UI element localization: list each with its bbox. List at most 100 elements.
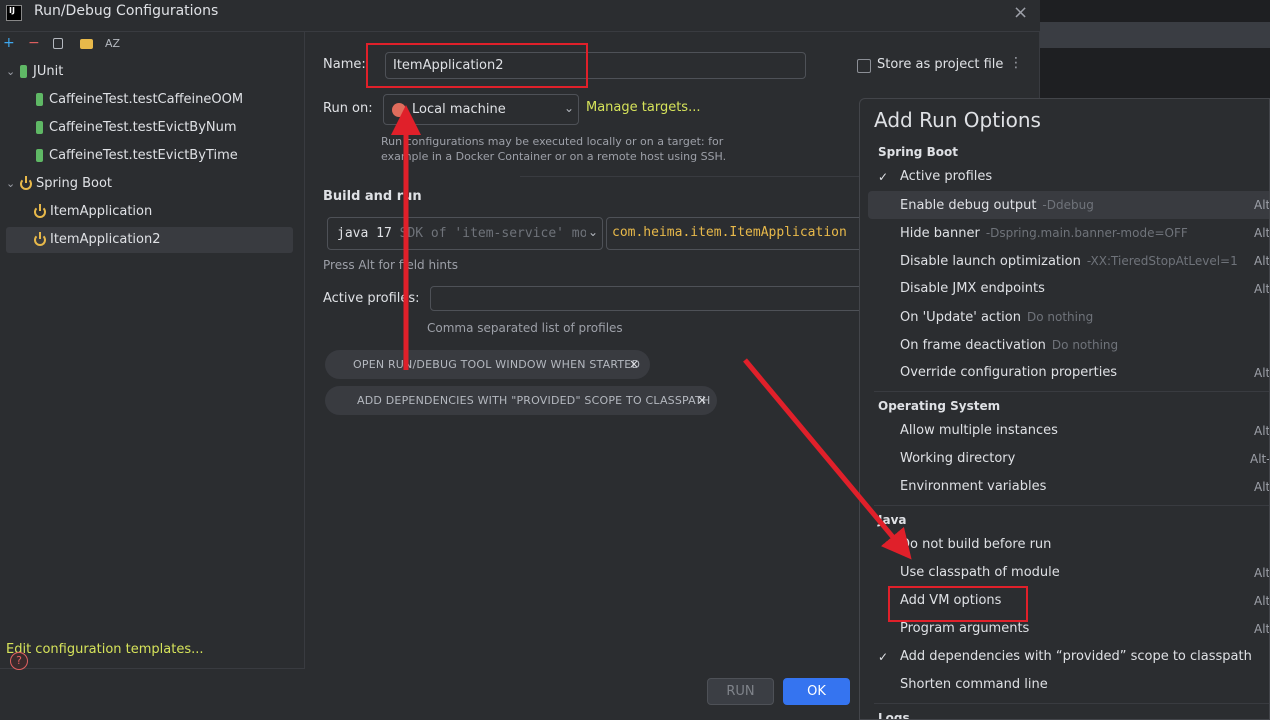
option-working-directory[interactable]: Working directory Alt-: [868, 445, 1270, 473]
option-shortcut: Alt: [1254, 566, 1270, 580]
remove-icon[interactable]: −: [28, 35, 40, 51]
run-on-value: Local machine: [412, 102, 506, 117]
option-shortcut: Alt: [1254, 254, 1270, 268]
tree-group-junit[interactable]: ⌄ JUnit: [6, 59, 293, 85]
run-on-hint-line1: Run configurations may be executed local…: [381, 135, 724, 148]
option-hide-banner[interactable]: Hide banner -Dspring.main.banner-mode=OFF…: [868, 219, 1269, 247]
option-shortcut: Alt: [1254, 622, 1270, 636]
option-shortcut: Alt: [1254, 198, 1270, 212]
folder-add-icon[interactable]: [80, 39, 93, 49]
option-label: Program arguments: [900, 621, 1030, 636]
run-on-hint-line2: example in a Docker Container or on a re…: [381, 150, 727, 163]
main-class-input[interactable]: com.heima.item.ItemApplication: [606, 217, 866, 250]
active-profiles-input[interactable]: [430, 286, 866, 311]
store-as-project-file-checkbox[interactable]: [857, 59, 871, 73]
option-on-update-action[interactable]: On 'Update' action Do nothing: [868, 303, 1269, 331]
option-allow-multiple-instances[interactable]: Allow multiple instances Alt-: [868, 417, 1270, 445]
section-spring-boot: Spring Boot: [878, 145, 958, 159]
spring-boot-icon: [34, 231, 46, 246]
ok-button[interactable]: OK: [783, 678, 850, 705]
manage-targets-link[interactable]: Manage targets...: [586, 100, 700, 115]
alt-hint: Press Alt for field hints: [323, 258, 458, 272]
divider: [520, 176, 860, 177]
option-chip-open-tool-window: OPEN RUN/DEBUG TOOL WINDOW WHEN STARTED …: [325, 350, 650, 379]
option-override-configuration-properties[interactable]: Override configuration properties Alt: [868, 359, 1269, 387]
add-run-options-popup: Add Run Options Spring Boot ✓ Active pro…: [859, 98, 1270, 720]
active-profiles-label: Active profiles:: [323, 291, 420, 306]
option-shortcut: Alt-: [1254, 424, 1270, 438]
section-java: Java: [878, 513, 907, 527]
annotation-box-add-vm-options: [888, 586, 1028, 622]
home-icon: [392, 103, 406, 117]
edit-configuration-templates-link[interactable]: Edit configuration templates...: [6, 642, 204, 657]
chevron-down-icon: ⌄: [564, 101, 575, 115]
option-shortcut: Alt: [1254, 480, 1270, 494]
sort-icon[interactable]: AZ: [105, 37, 120, 50]
spring-boot-icon: [34, 203, 46, 218]
option-shorten-command-line[interactable]: Shorten command line: [868, 671, 1269, 699]
option-shortcut: Alt-: [1250, 452, 1270, 466]
option-disable-launch-optimization[interactable]: Disable launch optimization -XX:TieredSto…: [868, 247, 1270, 275]
junit-icon: [20, 65, 27, 78]
tree-item-caffeine-oom[interactable]: CaffeineTest.testCaffeineOOM: [6, 87, 293, 113]
popup-title: Add Run Options: [874, 108, 1041, 132]
dialog-titlebar: IJ Run/Debug Configurations ×: [0, 0, 1040, 32]
option-label: Enable debug output: [900, 198, 1037, 213]
ide-background-bar: [1040, 22, 1270, 48]
option-enable-debug-output[interactable]: Enable debug output -Ddebug Alt: [868, 191, 1270, 219]
tree-item-evict-by-num[interactable]: CaffeineTest.testEvictByNum: [6, 115, 293, 141]
option-label: Disable JMX endpoints: [900, 281, 1045, 296]
option-use-classpath-of-module[interactable]: Use classpath of module Alt: [868, 559, 1270, 587]
option-label: Add dependencies with “provided” scope t…: [900, 649, 1252, 664]
junit-test-icon: [36, 149, 43, 162]
option-hint: Do nothing: [1026, 310, 1094, 324]
option-label: Environment variables: [900, 479, 1047, 494]
option-label: Allow multiple instances: [900, 423, 1058, 438]
copy-icon[interactable]: [53, 38, 63, 49]
more-options-icon[interactable]: ⋮: [1009, 55, 1023, 71]
option-label: On 'Update' action: [900, 310, 1021, 325]
run-button[interactable]: RUN: [707, 678, 774, 705]
option-label: Disable launch optimization: [900, 254, 1081, 269]
option-on-frame-deactivation[interactable]: On frame deactivation Do nothing: [868, 331, 1269, 359]
tree-toolbar: + − AZ: [0, 32, 305, 58]
section-operating-system: Operating System: [878, 399, 1001, 413]
option-label: Shorten command line: [900, 677, 1048, 692]
jdk-select[interactable]: java 17 SDK of 'item-service' mo ⌄: [327, 217, 603, 250]
option-label: Hide banner: [900, 226, 980, 241]
run-on-select[interactable]: Local machine ⌄: [383, 94, 579, 125]
option-add-dependencies-provided[interactable]: ✓ Add dependencies with “provided” scope…: [868, 643, 1269, 671]
tree-item-label: CaffeineTest.testEvictByNum: [49, 120, 237, 135]
option-label: On frame deactivation: [900, 338, 1046, 353]
tree-item-evict-by-time[interactable]: CaffeineTest.testEvictByTime: [6, 143, 293, 169]
option-label: Override configuration properties: [900, 365, 1118, 380]
tree-item-item-application2[interactable]: ItemApplication2: [6, 227, 293, 253]
store-as-project-file-label[interactable]: Store as project file: [877, 57, 1003, 72]
tree-group-spring-boot[interactable]: ⌄ Spring Boot: [6, 171, 293, 197]
chevron-down-icon: ⌄: [6, 177, 16, 190]
annotation-box-name: [366, 43, 588, 88]
option-do-not-build-before-run[interactable]: Do not build before run: [868, 531, 1269, 559]
configurations-tree-panel: + − AZ ⌄ JUnit CaffeineTest.testCaffeine…: [0, 32, 305, 668]
tree-item-label: CaffeineTest.testCaffeineOOM: [49, 92, 244, 107]
active-profiles-hint: Comma separated list of profiles: [427, 321, 623, 335]
tree-group-label: JUnit: [33, 64, 64, 79]
close-icon[interactable]: ×: [1013, 2, 1028, 23]
divider: [874, 703, 1269, 704]
option-environment-variables[interactable]: Environment variables Alt: [868, 473, 1270, 501]
tree-item-item-application[interactable]: ItemApplication: [6, 199, 293, 225]
chip-close-icon[interactable]: ×: [697, 386, 707, 415]
tree-item-label: CaffeineTest.testEvictByTime: [49, 148, 238, 163]
build-and-run-heading: Build and run: [323, 189, 422, 204]
option-shortcut: Alt: [1254, 594, 1270, 608]
help-icon[interactable]: ?: [10, 652, 28, 670]
option-label: Working directory: [900, 451, 1016, 466]
tree-item-label: ItemApplication2: [50, 232, 161, 247]
option-active-profiles[interactable]: ✓ Active profiles: [868, 163, 1269, 191]
add-icon[interactable]: +: [3, 35, 15, 51]
junit-test-icon: [36, 93, 43, 106]
section-logs: Logs: [878, 711, 910, 720]
tree-group-label: Spring Boot: [36, 176, 113, 191]
option-disable-jmx-endpoints[interactable]: Disable JMX endpoints Alt: [868, 275, 1269, 303]
chip-close-icon[interactable]: ×: [629, 350, 639, 379]
